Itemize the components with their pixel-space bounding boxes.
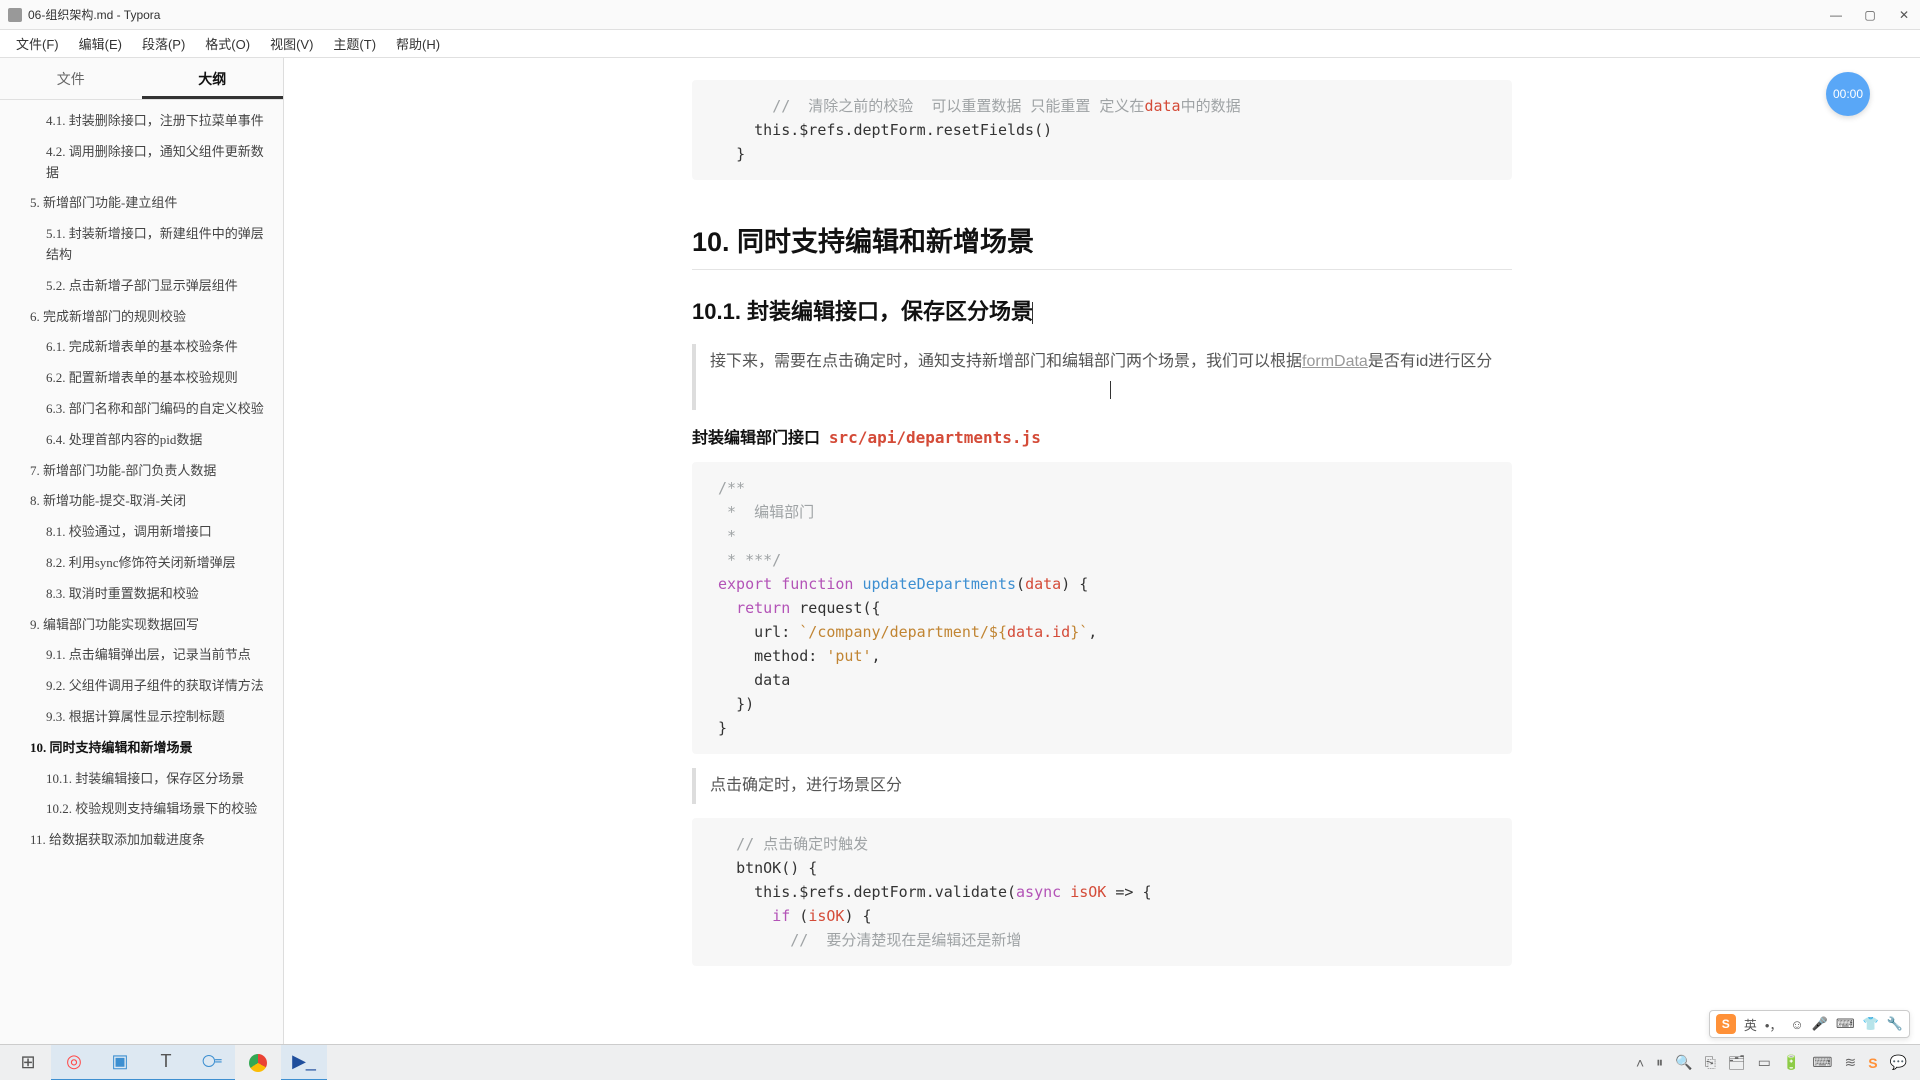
- tray-notification-icon[interactable]: 💬: [1890, 1054, 1907, 1071]
- blockquote-2[interactable]: 点击确定时，进行场景区分: [692, 768, 1512, 805]
- taskbar-vscode[interactable]: ⧃: [189, 1045, 235, 1080]
- tab-outline[interactable]: 大纲: [142, 58, 284, 99]
- workspace: 文件 大纲 4.1. 封装删除接口，注册下拉菜单事件4.2. 调用删除接口，通知…: [0, 58, 1920, 1044]
- tray-icon-4[interactable]: 🗂: [1728, 1054, 1746, 1071]
- outline-item[interactable]: 8.3. 取消时重置数据和校验: [0, 579, 283, 610]
- ime-bar[interactable]: S 英 •， ☺ 🎤 ⌨ 👕 🔧: [1709, 1010, 1910, 1038]
- formdata-link[interactable]: formData: [1302, 353, 1368, 370]
- tray-icon-3[interactable]: ⎘: [1705, 1054, 1716, 1071]
- outline-item[interactable]: 6.3. 部门名称和部门编码的自定义校验: [0, 394, 283, 425]
- ime-mic-icon[interactable]: 🎤: [1812, 1016, 1828, 1032]
- taskbar: ⊞ ◎ ▣ T ⧃ ▶_ ˄ ⏸ 🔍 ⎘ 🗂 ▭ 🔋 ⌨ ≋ S 💬: [0, 1044, 1920, 1080]
- system-tray: ˄ ⏸ 🔍 ⎘ 🗂 ▭ 🔋 ⌨ ≋ S 💬: [1636, 1054, 1915, 1071]
- outline-item[interactable]: 6. 完成新增部门的规则校验: [0, 302, 283, 333]
- tray-icon-2[interactable]: 🔍: [1675, 1054, 1692, 1071]
- tray-icon-1[interactable]: ⏸: [1656, 1054, 1663, 1071]
- start-button[interactable]: ⊞: [5, 1045, 51, 1080]
- ime-punct-icon[interactable]: •，: [1765, 1015, 1783, 1034]
- outline-item[interactable]: 7. 新增部门功能-部门负责人数据: [0, 456, 283, 487]
- api-path-line[interactable]: 封装编辑部门接口 src/api/departments.js: [692, 424, 1512, 448]
- minimize-button[interactable]: —: [1828, 7, 1844, 23]
- tab-file[interactable]: 文件: [0, 58, 142, 99]
- code-block-3[interactable]: // 点击确定时触发 btnOK() { this.$refs.deptForm…: [692, 818, 1512, 966]
- outline-item[interactable]: 8. 新增功能-提交-取消-关闭: [0, 486, 283, 517]
- outline-item[interactable]: 8.1. 校验通过，调用新增接口: [0, 517, 283, 548]
- ime-smiley-icon[interactable]: ☺: [1790, 1017, 1803, 1032]
- timer-badge[interactable]: 00:00: [1826, 72, 1870, 116]
- ime-keyboard-icon[interactable]: ⌨: [1836, 1016, 1855, 1032]
- outline-item[interactable]: 5. 新增部门功能-建立组件: [0, 188, 283, 219]
- outline-item[interactable]: 9.3. 根据计算属性显示控制标题: [0, 702, 283, 733]
- outline-item[interactable]: 10.2. 校验规则支持编辑场景下的校验: [0, 794, 283, 825]
- outline-item[interactable]: 5.2. 点击新增子部门显示弹层组件: [0, 271, 283, 302]
- outline-item[interactable]: 9.2. 父组件调用子组件的获取详情方法: [0, 671, 283, 702]
- outline-list[interactable]: 4.1. 封装删除接口，注册下拉菜单事件4.2. 调用删除接口，通知父组件更新数…: [0, 100, 283, 1044]
- code-comment: // 清除之前的校验 可以重置数据 只能重置 定义在: [772, 97, 1144, 115]
- menubar: 文件(F) 编辑(E) 段落(P) 格式(O) 视图(V) 主题(T) 帮助(H…: [0, 30, 1920, 58]
- app-icon: [8, 8, 22, 22]
- heading-10-1[interactable]: 10.1. 封装编辑接口，保存区分场景: [692, 294, 1512, 326]
- taskbar-app-1[interactable]: ◎: [51, 1045, 97, 1080]
- menu-help[interactable]: 帮助(H): [386, 31, 450, 56]
- outline-item[interactable]: 10.1. 封装编辑接口，保存区分场景: [0, 764, 283, 795]
- menu-paragraph[interactable]: 段落(P): [132, 31, 195, 56]
- tray-chevron-icon[interactable]: ˄: [1636, 1055, 1644, 1071]
- text-cursor-marker: [1110, 381, 1111, 399]
- ime-lang[interactable]: 英: [1744, 1015, 1757, 1034]
- menu-format[interactable]: 格式(O): [195, 31, 260, 56]
- sidebar: 文件 大纲 4.1. 封装删除接口，注册下拉菜单事件4.2. 调用删除接口，通知…: [0, 58, 284, 1044]
- outline-item[interactable]: 6.1. 完成新增表单的基本校验条件: [0, 332, 283, 363]
- ime-skin-icon[interactable]: 👕: [1863, 1016, 1879, 1032]
- taskbar-chrome[interactable]: [235, 1045, 281, 1080]
- maximize-button[interactable]: ▢: [1862, 7, 1878, 23]
- menu-file[interactable]: 文件(F): [6, 31, 69, 56]
- outline-item[interactable]: 10. 同时支持编辑和新增场景: [0, 733, 283, 764]
- tray-icon-8[interactable]: ≋: [1844, 1054, 1856, 1071]
- outline-item[interactable]: 9. 编辑部门功能实现数据回写: [0, 610, 283, 641]
- outline-item[interactable]: 6.4. 处理首部内容的pid数据: [0, 425, 283, 456]
- code-path: src/api/departments.js: [829, 428, 1041, 447]
- ime-toolbox-icon[interactable]: 🔧: [1887, 1016, 1903, 1032]
- editor-content[interactable]: 00:00 // 清除之前的校验 可以重置数据 只能重置 定义在data中的数据…: [284, 58, 1920, 1044]
- text-caret: [1032, 302, 1033, 324]
- outline-item[interactable]: 8.2. 利用sync修饰符关闭新增弹层: [0, 548, 283, 579]
- taskbar-app-2[interactable]: ▣: [97, 1045, 143, 1080]
- blockquote-1[interactable]: 接下来，需要在点击确定时，通知支持新增部门和编辑部门两个场景，我们可以根据for…: [692, 344, 1512, 410]
- menu-edit[interactable]: 编辑(E): [69, 31, 132, 56]
- outline-item[interactable]: 4.1. 封装删除接口，注册下拉菜单事件: [0, 106, 283, 137]
- outline-item[interactable]: 4.2. 调用删除接口，通知父组件更新数据: [0, 137, 283, 189]
- outline-item[interactable]: 11. 给数据获取添加加载进度条: [0, 825, 283, 856]
- taskbar-powershell[interactable]: ▶_: [281, 1045, 327, 1080]
- tray-battery-icon[interactable]: 🔋: [1783, 1054, 1800, 1071]
- titlebar: 06-组织架构.md - Typora — ▢ ✕: [0, 0, 1920, 30]
- taskbar-typora[interactable]: T: [143, 1045, 189, 1080]
- code-block-2[interactable]: /** * 编辑部门 * * ***/ export function upda…: [692, 462, 1512, 754]
- heading-10[interactable]: 10. 同时支持编辑和新增场景: [692, 220, 1512, 270]
- sidebar-tabs: 文件 大纲: [0, 58, 283, 100]
- outline-item[interactable]: 6.2. 配置新增表单的基本校验规则: [0, 363, 283, 394]
- tray-sogou-icon[interactable]: S: [1868, 1055, 1877, 1071]
- sogou-icon[interactable]: S: [1716, 1014, 1736, 1034]
- menu-theme[interactable]: 主题(T): [323, 31, 386, 56]
- code-block-1[interactable]: // 清除之前的校验 可以重置数据 只能重置 定义在data中的数据 this.…: [692, 80, 1512, 180]
- outline-item[interactable]: 5.1. 封装新增接口，新建组件中的弹层结构: [0, 219, 283, 271]
- outline-item[interactable]: 9.1. 点击编辑弹出层，记录当前节点: [0, 640, 283, 671]
- window-title: 06-组织架构.md - Typora: [28, 6, 1828, 23]
- tray-icon-5[interactable]: ▭: [1758, 1054, 1771, 1071]
- menu-view[interactable]: 视图(V): [260, 31, 323, 56]
- close-button[interactable]: ✕: [1896, 7, 1912, 23]
- tray-keyboard-icon[interactable]: ⌨: [1812, 1054, 1832, 1071]
